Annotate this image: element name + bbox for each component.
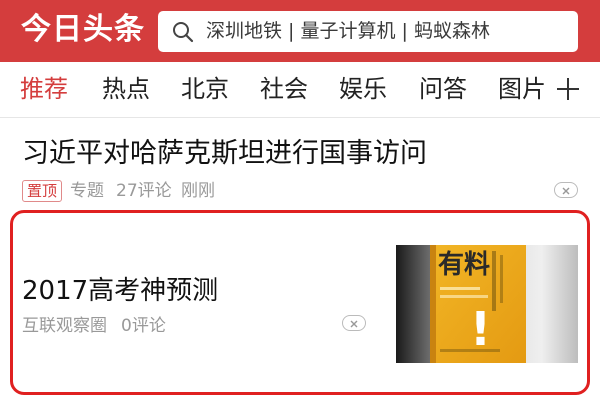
top-header: 今日头条 深圳地铁 | 量子计算机 | 蚂蚁森林 xyxy=(0,0,600,62)
close-icon xyxy=(562,187,570,195)
article-source: 专题 xyxy=(70,181,104,201)
article-comments: 27评论 xyxy=(116,181,172,201)
plus-icon[interactable] xyxy=(554,75,582,103)
search-box[interactable]: 深圳地铁 | 量子计算机 | 蚂蚁森林 xyxy=(158,11,578,52)
dismiss-button[interactable] xyxy=(342,315,366,331)
article-title[interactable]: 2017高考神预测 xyxy=(22,272,218,310)
tab-society[interactable]: 社会 xyxy=(260,72,308,106)
article-title[interactable]: 习近平对哈萨克斯坦进行国事访问 xyxy=(22,134,427,174)
channel-tabs-scroller: 推荐 热点 北京 社会 娱乐 问答 图片 xyxy=(0,62,546,118)
book-cover-image: 有料 ! xyxy=(396,245,578,363)
article-source: 互联观察圈 xyxy=(22,316,107,336)
tab-entertainment[interactable]: 娱乐 xyxy=(339,72,387,106)
article-comments: 0评论 xyxy=(121,316,166,336)
article-thumbnail[interactable]: 有料 ! xyxy=(396,245,578,363)
channel-tabs: 推荐 热点 北京 社会 娱乐 问答 图片 xyxy=(0,62,600,118)
thumbnail-big-text: 有料 xyxy=(438,250,490,280)
close-icon xyxy=(350,320,358,328)
dismiss-button[interactable] xyxy=(554,182,578,198)
tab-recommend[interactable]: 推荐 xyxy=(20,72,68,106)
article-time: 刚刚 xyxy=(181,181,215,201)
tab-beijing[interactable]: 北京 xyxy=(181,72,229,106)
tab-qa[interactable]: 问答 xyxy=(419,72,467,106)
thumbnail-mark: ! xyxy=(470,302,491,356)
pinned-badge: 置顶 xyxy=(22,180,63,202)
tab-pictures[interactable]: 图片 xyxy=(498,72,546,106)
search-icon xyxy=(173,22,194,43)
tab-hot[interactable]: 热点 xyxy=(102,72,150,106)
search-suggestions: 深圳地铁 | 量子计算机 | 蚂蚁森林 xyxy=(206,20,490,42)
app-logo[interactable]: 今日头条 xyxy=(21,10,145,50)
